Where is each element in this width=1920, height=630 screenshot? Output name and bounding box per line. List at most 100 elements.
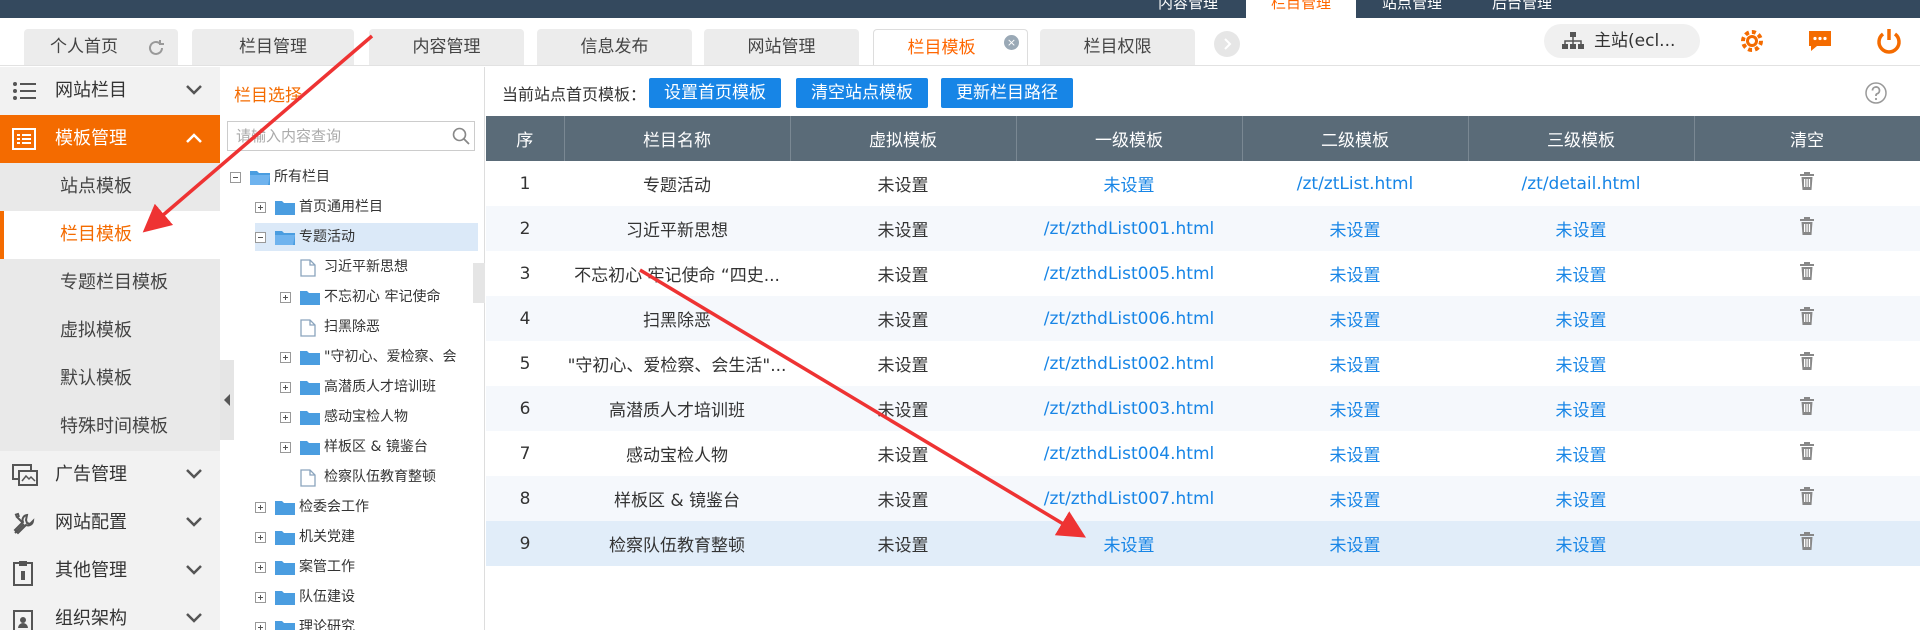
trash-icon[interactable] [1799,442,1815,465]
cell-level2-template[interactable]: 未设置 [1242,476,1468,521]
cell-level1-template[interactable]: /zt/zthdList001.html [1016,206,1242,251]
cell-level1-template[interactable]: 未设置 [1016,521,1242,566]
tree-node[interactable]: 习近平新思想 [280,253,460,281]
trash-icon[interactable] [1799,307,1815,330]
tree-search-input[interactable] [227,121,475,151]
cell-level3-template[interactable]: 未设置 [1468,431,1694,476]
sidebar-group-site-config[interactable]: 网站配置 [0,499,220,547]
expand-icon[interactable] [255,562,266,573]
trash-icon[interactable] [1799,217,1815,240]
tab-column-management[interactable]: 栏目管理 [192,29,354,65]
update-column-path-button[interactable]: 更新栏目路径 [941,78,1073,108]
tab-site-management[interactable]: 网站管理 [704,29,859,65]
cell-level2-template[interactable]: 未设置 [1242,341,1468,386]
sidebar-item-special-column-template[interactable]: 专题栏目模板 [0,259,220,307]
cell-level3-template[interactable]: /zt/detail.html [1468,161,1694,206]
trash-icon[interactable] [1799,172,1815,195]
cell-level1-template[interactable]: /zt/zthdList005.html [1016,251,1242,296]
sidebar-item-default-template[interactable]: 默认模板 [0,355,220,403]
cell-level1-template[interactable]: 未设置 [1016,161,1242,206]
sidebar-item-site-template[interactable]: 站点模板 [0,163,220,211]
cell-level1-template[interactable]: /zt/zthdList006.html [1016,296,1242,341]
collapse-icon[interactable] [230,172,241,183]
tree-node[interactable]: "守初心、爱检察、会 [280,343,460,371]
cell-level3-template[interactable]: 未设置 [1468,296,1694,341]
expand-icon[interactable] [255,592,266,603]
cell-level2-template[interactable]: 未设置 [1242,386,1468,431]
cell-level1-template[interactable]: /zt/zthdList003.html [1016,386,1242,431]
tree-node[interactable]: 检委会工作 [255,493,460,521]
gear-icon[interactable] [1737,26,1767,56]
top-nav-content[interactable]: 内容管理 [1148,0,1228,18]
set-home-template-button[interactable]: 设置首页模板 [649,78,781,108]
tree-node[interactable]: 专题活动 [255,223,478,251]
tree-node[interactable]: 理论研究 [255,613,460,630]
cell-level3-template[interactable]: 未设置 [1468,476,1694,521]
tab-content-management[interactable]: 内容管理 [369,29,524,65]
help-icon[interactable] [1865,82,1887,104]
tree-node[interactable]: 队伍建设 [255,583,460,611]
cell-level3-template[interactable]: 未设置 [1468,251,1694,296]
reload-icon[interactable] [146,38,166,58]
tree-resize-handle[interactable] [473,263,485,303]
sidebar-collapse-handle[interactable] [220,360,234,440]
cell-level1-template[interactable]: /zt/zthdList004.html [1016,431,1242,476]
expand-icon[interactable] [280,382,291,393]
sidebar-group-ads[interactable]: 广告管理 [0,451,220,499]
cell-level2-template[interactable]: 未设置 [1242,251,1468,296]
cell-level3-template[interactable]: 未设置 [1468,521,1694,566]
tree-node[interactable]: 扫黑除恶 [280,313,460,341]
tab-scroll-right-button[interactable] [1214,31,1240,57]
tab-home[interactable]: 个人首页 [24,29,178,65]
tree-node[interactable]: 首页通用栏目 [255,193,460,221]
cell-level1-template[interactable]: /zt/zthdList002.html [1016,341,1242,386]
tree-node[interactable]: 样板区 & 镜鉴台 [280,433,460,461]
expand-icon[interactable] [280,412,291,423]
expand-icon[interactable] [280,292,291,303]
tree-node[interactable]: 所有栏目 [230,163,460,191]
tab-column-template[interactable]: 栏目模板 × [873,29,1028,65]
cell-level2-template[interactable]: 未设置 [1242,521,1468,566]
tree-node[interactable]: 高潜质人才培训班 [280,373,460,401]
cell-level2-template[interactable]: 未设置 [1242,431,1468,476]
trash-icon[interactable] [1799,397,1815,420]
cell-level3-template[interactable]: 未设置 [1468,386,1694,431]
cell-level3-template[interactable]: 未设置 [1468,206,1694,251]
trash-icon[interactable] [1799,532,1815,555]
cell-level2-template[interactable]: /zt/ztList.html [1242,161,1468,206]
sidebar-group-other[interactable]: 其他管理 [0,547,220,595]
sidebar-group-site-columns[interactable]: 网站栏目 [0,67,220,115]
message-icon[interactable] [1805,26,1835,56]
trash-icon[interactable] [1799,352,1815,375]
power-icon[interactable] [1874,26,1904,56]
trash-icon[interactable] [1799,487,1815,510]
sidebar-group-org[interactable]: 组织架构 [0,595,220,630]
tab-info-publish[interactable]: 信息发布 [537,29,692,65]
collapse-icon[interactable] [255,232,266,243]
expand-icon[interactable] [255,622,266,630]
top-nav-site[interactable]: 站点管理 [1372,0,1452,18]
sidebar-item-column-template[interactable]: 栏目模板 [0,211,220,259]
expand-icon[interactable] [255,202,266,213]
trash-icon[interactable] [1799,262,1815,285]
top-nav-column[interactable]: 栏目管理 [1246,0,1356,18]
tree-node[interactable]: 机关党建 [255,523,460,551]
cell-level2-template[interactable]: 未设置 [1242,296,1468,341]
close-icon[interactable]: × [1004,35,1019,50]
sidebar-group-templates[interactable]: 模板管理 [0,115,220,163]
cell-level3-template[interactable]: 未设置 [1468,341,1694,386]
expand-icon[interactable] [255,502,266,513]
tree-node[interactable]: 感动宝检人物 [280,403,460,431]
tree-node[interactable]: 不忘初心 牢记使命 [280,283,460,311]
expand-icon[interactable] [280,352,291,363]
tree-node[interactable]: 案管工作 [255,553,460,581]
search-icon[interactable] [452,127,470,145]
sidebar-item-special-time-template[interactable]: 特殊时间模板 [0,403,220,451]
tree-node[interactable]: 检察队伍教育整顿 [280,463,460,491]
clear-site-template-button[interactable]: 清空站点模板 [796,78,928,108]
tab-column-permission[interactable]: 栏目权限 [1040,29,1195,65]
cell-level2-template[interactable]: 未设置 [1242,206,1468,251]
expand-icon[interactable] [255,532,266,543]
sidebar-item-virtual-template[interactable]: 虚拟模板 [0,307,220,355]
expand-icon[interactable] [280,442,291,453]
